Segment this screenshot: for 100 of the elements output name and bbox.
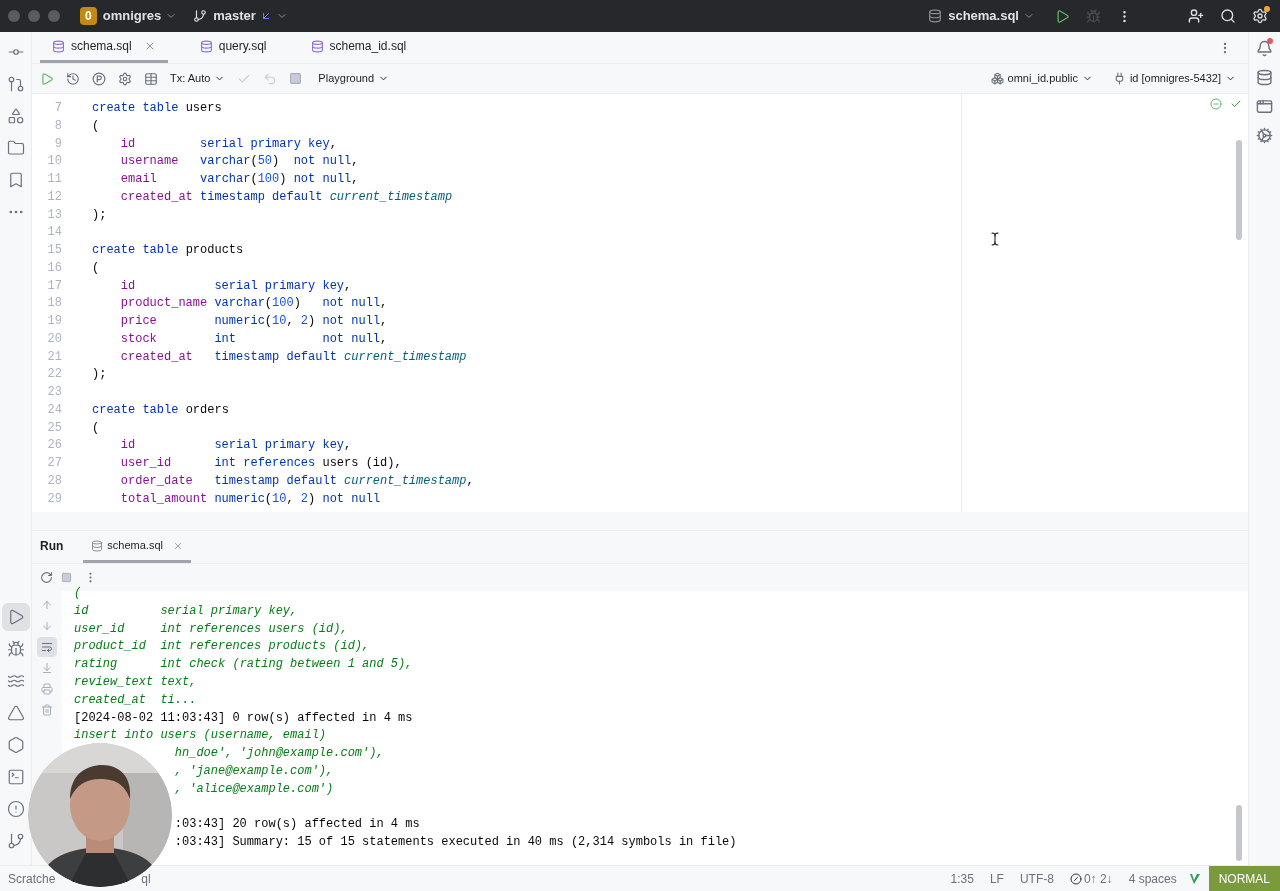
console-line: hn_doe', 'john@example.com'), — [174, 746, 384, 761]
breadcrumb[interactable]: ql — [141, 869, 151, 888]
line-number: 25 — [46, 419, 62, 437]
line-number: 11 — [46, 171, 62, 188]
line-number: 23 — [46, 384, 62, 401]
history-icon[interactable] — [66, 71, 80, 86]
console-line: insert into users (username, email) — [74, 728, 327, 743]
console-line: :03:43] 20 row(s) affected in 4 ms — [174, 817, 420, 832]
check-icon[interactable] — [1230, 98, 1242, 110]
line-number: 27 — [46, 455, 62, 472]
datasource-dropdown[interactable]: id [omnigres-5432] — [1129, 70, 1236, 87]
console-line: user_id int references users (id), — [74, 621, 348, 636]
schema-icon — [990, 72, 1004, 85]
line-number: 20 — [46, 330, 62, 348]
gear-icon[interactable] — [1256, 127, 1273, 144]
transaction-dropdown[interactable]: Tx: Auto — [170, 70, 226, 87]
editor-tab[interactable]: schema_id.sql — [298, 32, 419, 63]
code-line: order_date timestamp default current_timestamp, — [119, 473, 474, 488]
debug-icon[interactable] — [1086, 8, 1101, 24]
window-icon[interactable] — [1256, 98, 1273, 115]
code-line: id serial primary key, — [119, 278, 352, 293]
code-line: ( — [92, 420, 100, 435]
code-line: user_id int references users (id), — [119, 456, 402, 470]
database-file-icon — [91, 539, 104, 552]
console-line: product_id int references products (id), — [74, 639, 370, 654]
code-line: product_name varchar(100) not null, — [119, 296, 388, 311]
database-file-icon — [310, 39, 324, 53]
scrollbar[interactable] — [1236, 140, 1242, 240]
code-line: ( — [92, 118, 100, 133]
line-number: 14 — [46, 224, 62, 242]
line-number: 13 — [46, 206, 62, 224]
line-number: 22 — [46, 366, 62, 384]
console-line: ( — [74, 586, 82, 600]
stop-icon[interactable] — [61, 572, 72, 583]
code-line: ); — [92, 367, 107, 382]
close-icon[interactable] — [172, 540, 183, 551]
close-window-icon[interactable] — [8, 10, 20, 22]
line-number: 18 — [46, 295, 62, 313]
line-number: 16 — [46, 259, 62, 277]
code-line: created_at timestamp default current_timestamp — [119, 189, 453, 204]
line-number: 19 — [46, 313, 62, 330]
encoding[interactable]: UTF-8 — [1019, 869, 1054, 888]
code-line: created_at timestamp default current_timestamp — [119, 349, 467, 364]
caret-position[interactable]: 1:35 — [950, 869, 974, 888]
scrollbar[interactable] — [1236, 805, 1242, 861]
line-number: 15 — [46, 242, 62, 259]
code-line: create table users — [92, 101, 222, 115]
console-line: :03:43] Summary: 15 of 15 statements executed in 40 ms (2,314 symbols in file) — [174, 835, 737, 850]
rerun-icon[interactable] — [40, 571, 53, 584]
schema-dropdown[interactable]: omni_id.public — [1007, 70, 1093, 87]
editor-tab[interactable]: query.sql — [187, 32, 279, 63]
code-line: create table products — [92, 243, 244, 257]
code-line: id serial primary key, — [119, 438, 352, 453]
code-line: id serial primary key, — [119, 136, 337, 151]
maximize-window-icon[interactable] — [48, 10, 60, 22]
stop-icon[interactable] — [289, 72, 303, 85]
vim-mode: NORMAL — [1208, 866, 1280, 891]
wrap-icon[interactable] — [37, 637, 57, 657]
database-file-icon — [52, 39, 65, 53]
project-menu[interactable]: omnigres — [102, 6, 178, 26]
code-line: create table orders — [92, 402, 229, 417]
code-line: price numeric(10, 2) not null, — [119, 314, 388, 328]
add-user-icon[interactable] — [1188, 8, 1204, 24]
indent-setting[interactable]: 4 spaces — [1128, 869, 1177, 888]
console-line: , 'jane@example.com'), — [174, 763, 334, 778]
run-tab[interactable]: schema.sql — [83, 531, 191, 563]
no-entry-icon — [1069, 872, 1082, 885]
run-config-menu[interactable]: schema.sql — [948, 6, 1035, 26]
line-number: 24 — [46, 401, 62, 419]
code-line: email varchar(100) not null, — [119, 172, 359, 186]
minimize-window-icon[interactable] — [28, 10, 40, 22]
line-number: 26 — [46, 437, 62, 455]
code-line: ); — [92, 207, 107, 222]
line-ending[interactable]: LF — [989, 869, 1004, 888]
console-line: id serial primary key, — [74, 603, 298, 618]
code-line: ( — [92, 260, 100, 275]
line-number: 7 — [53, 100, 62, 117]
line-number: 8 — [53, 117, 62, 135]
code-line: stock int not null, — [119, 331, 388, 346]
panel-title: Run — [40, 538, 64, 555]
database-icon[interactable] — [1256, 69, 1273, 86]
vcs-status[interactable]: 0↑ 2↓ — [1083, 869, 1113, 888]
breadcrumb[interactable]: Scratche — [8, 869, 56, 888]
search-icon[interactable] — [1220, 8, 1236, 24]
play-icon[interactable] — [1, 603, 30, 631]
session-dropdown[interactable]: Playground — [318, 70, 389, 87]
line-number: 28 — [46, 472, 62, 490]
line-number: 21 — [46, 348, 62, 366]
run-icon[interactable] — [1055, 8, 1070, 24]
parameters-icon[interactable] — [92, 71, 106, 86]
console-line: [2024-08-02 11:03:43] 0 row(s) affected in 4 ms — [74, 710, 413, 725]
console-line: rating int check (rating between 1 and 5), — [74, 657, 413, 672]
checkmark-logo-icon — [1188, 872, 1201, 885]
notifications-icon[interactable] — [1256, 40, 1273, 57]
line-number: 9 — [53, 135, 62, 153]
line-number: 12 — [46, 188, 62, 206]
database-file-icon — [199, 39, 213, 53]
table-icon[interactable] — [144, 71, 158, 86]
minus-circle-icon[interactable] — [1210, 98, 1222, 110]
branch-menu[interactable]: master — [213, 6, 288, 26]
